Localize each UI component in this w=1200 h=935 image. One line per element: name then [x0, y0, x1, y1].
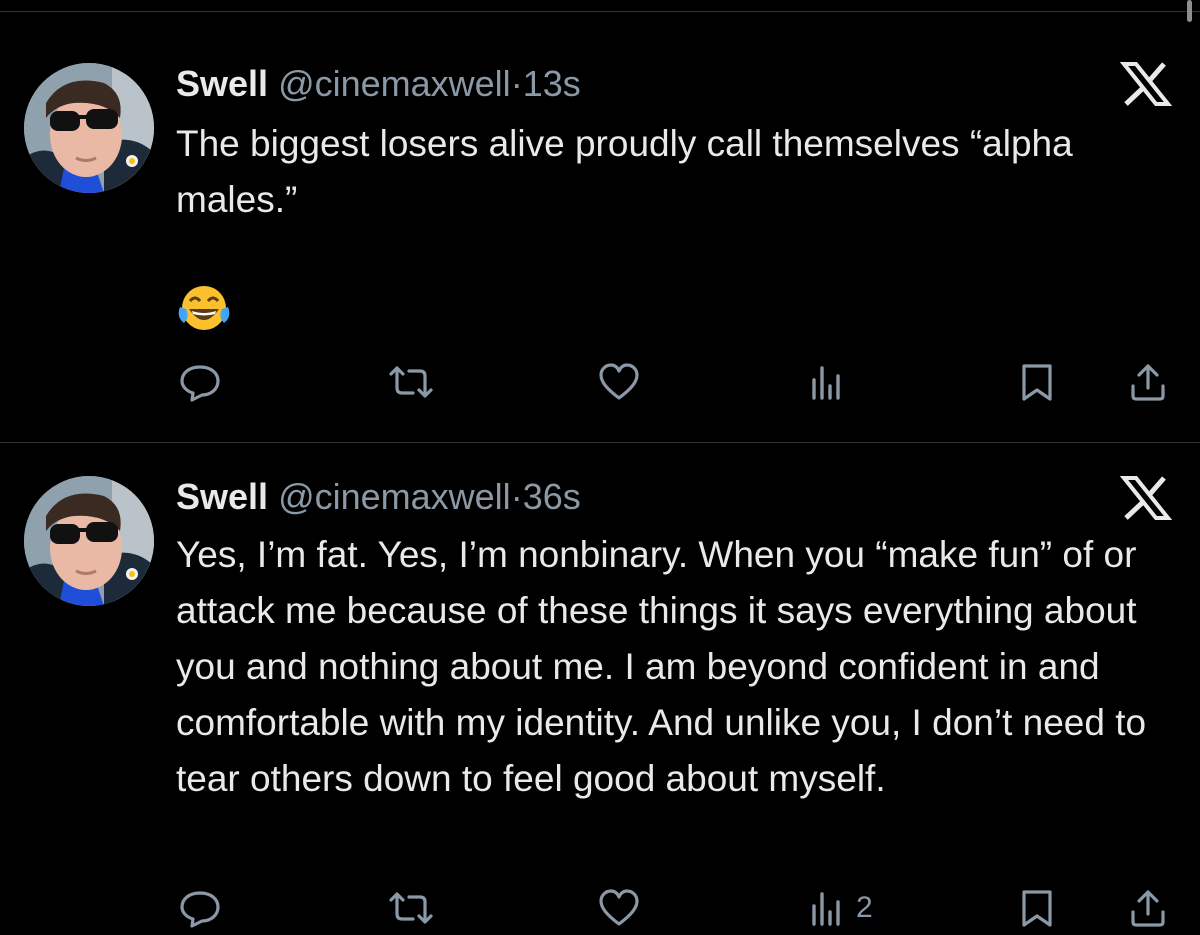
separator-dot: ·	[510, 476, 523, 517]
views-icon	[812, 892, 840, 926]
reply-button[interactable]	[178, 362, 222, 402]
tweet-card[interactable]: Swell @cinemaxwell·36s Yes, I’m fat. Yes…	[0, 443, 1200, 935]
avatar-image	[24, 476, 154, 606]
bookmark-button[interactable]	[1018, 888, 1056, 928]
bookmark-icon	[1022, 364, 1052, 401]
views-icon	[812, 366, 840, 400]
timestamp[interactable]: 13s	[523, 63, 581, 104]
avatar-image	[24, 63, 154, 193]
tweet-text: Yes, I’m fat. Yes, I’m nonbinary. When y…	[176, 534, 1147, 799]
reply-button[interactable]	[178, 888, 222, 928]
share-button[interactable]	[1128, 888, 1168, 928]
views-button[interactable]	[808, 362, 856, 402]
tweet-header: Swell @cinemaxwell·13s	[176, 62, 581, 106]
display-name[interactable]: Swell	[176, 63, 268, 104]
avatar[interactable]	[24, 476, 154, 606]
reply-icon	[180, 365, 220, 402]
tweet-text: The biggest losers alive proudly call th…	[176, 123, 1073, 220]
share-icon	[1131, 364, 1165, 401]
tweet-actions: 2	[0, 888, 1200, 928]
share-icon	[1131, 890, 1165, 927]
views-button[interactable]: 2	[808, 888, 873, 928]
timestamp[interactable]: 36s	[523, 476, 581, 517]
like-button[interactable]	[597, 362, 641, 402]
handle[interactable]: @cinemaxwell	[278, 63, 511, 104]
separator-dot: ·	[510, 63, 523, 104]
repost-button[interactable]	[387, 888, 435, 928]
tweet-header: Swell @cinemaxwell·36s	[176, 475, 581, 519]
display-name[interactable]: Swell	[176, 476, 268, 517]
handle[interactable]: @cinemaxwell	[278, 476, 511, 517]
avatar[interactable]	[24, 63, 154, 193]
repost-icon	[389, 892, 433, 924]
share-button[interactable]	[1128, 362, 1168, 402]
views-count: 2	[856, 891, 873, 924]
reply-icon	[180, 891, 220, 928]
repost-button[interactable]	[387, 362, 435, 402]
tweet-actions	[0, 362, 1200, 402]
bookmark-icon	[1022, 890, 1052, 927]
x-logo-icon[interactable]	[1120, 62, 1172, 106]
repost-icon	[389, 366, 433, 398]
like-icon	[599, 889, 639, 926]
x-logo-icon[interactable]	[1120, 476, 1172, 520]
tweet-card[interactable]: Swell @cinemaxwell·13s The biggest loser…	[0, 0, 1200, 442]
like-icon	[599, 363, 639, 400]
bookmark-button[interactable]	[1018, 362, 1056, 402]
like-button[interactable]	[597, 888, 641, 928]
face-with-tears-of-joy-icon	[178, 286, 230, 330]
